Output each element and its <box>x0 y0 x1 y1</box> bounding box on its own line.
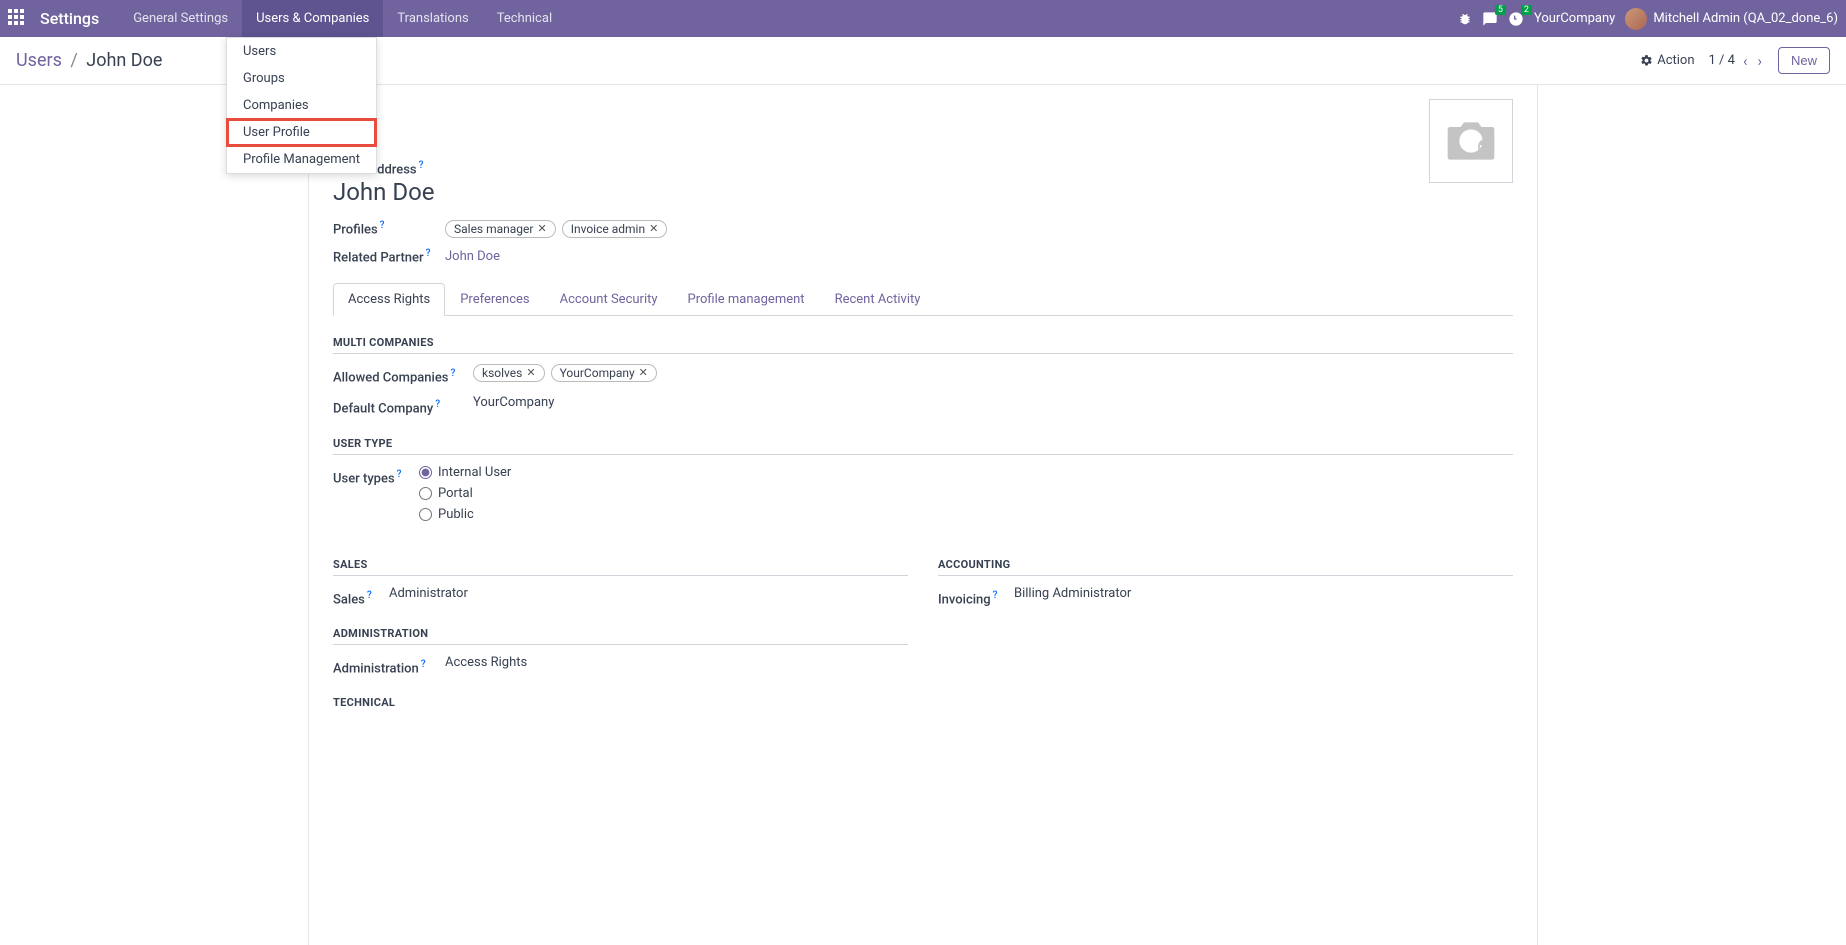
activities-icon[interactable]: 2 <box>1508 11 1524 27</box>
tag-sales-manager[interactable]: Sales manager✕ <box>445 220 556 238</box>
invoicing-label: Invoicing? <box>938 586 1014 607</box>
tab-preferences[interactable]: Preferences <box>445 283 544 316</box>
user-types-radio: Internal User Portal Public <box>419 465 1513 528</box>
related-partner-value[interactable]: John Doe <box>445 249 500 264</box>
profiles-label: Profiles? <box>333 220 445 237</box>
nav-menu-users-companies[interactable]: Users & Companies <box>242 0 383 37</box>
close-icon[interactable]: ✕ <box>649 222 658 235</box>
app-title: Settings <box>40 9 99 28</box>
user-menu[interactable]: Mitchell Admin (QA_02_done_6) <box>1625 8 1838 30</box>
pager-next[interactable]: › <box>1755 52 1764 70</box>
tag-yourcompany[interactable]: YourCompany✕ <box>551 364 657 382</box>
nav-menu-general[interactable]: General Settings <box>119 0 242 37</box>
tab-access-rights[interactable]: Access Rights <box>333 283 445 316</box>
tabs: Access Rights Preferences Account Securi… <box>333 283 1513 316</box>
email-value[interactable]: John Doe <box>333 178 1513 206</box>
messages-icon[interactable]: 5 <box>1482 11 1498 27</box>
allowed-companies-tags[interactable]: ksolves✕ YourCompany✕ <box>473 364 1513 382</box>
radio-public[interactable]: Public <box>419 507 1513 522</box>
close-icon[interactable]: ✕ <box>526 366 535 379</box>
user-types-label: User types? <box>333 465 419 486</box>
controlbar-right: Action 1 / 4 ‹ › New <box>1640 47 1830 74</box>
email-label: Email Address? <box>333 160 1513 177</box>
administration-label: Administration? <box>333 655 445 676</box>
section-sales: SALES <box>333 558 908 576</box>
action-dropdown[interactable]: Action <box>1640 53 1694 68</box>
section-administration: ADMINISTRATION <box>333 627 908 645</box>
section-user-type: USER TYPE <box>333 437 1513 455</box>
dropdown-profile-management[interactable]: Profile Management <box>227 146 376 173</box>
dropdown-groups[interactable]: Groups <box>227 65 376 92</box>
section-accounting: ACCOUNTING <box>938 558 1513 576</box>
profiles-tags[interactable]: Sales manager✕ Invoice admin✕ <box>445 220 667 238</box>
tab-profile-management[interactable]: Profile management <box>673 283 820 316</box>
invoicing-value[interactable]: Billing Administrator <box>1014 586 1513 601</box>
apps-icon[interactable] <box>8 9 28 29</box>
close-icon[interactable]: ✕ <box>639 366 648 379</box>
pager-prev[interactable]: ‹ <box>1741 52 1750 70</box>
default-company-value[interactable]: YourCompany <box>473 395 1513 410</box>
tag-ksolves[interactable]: ksolves✕ <box>473 364 545 382</box>
related-partner-label: Related Partner? <box>333 248 445 265</box>
image-upload[interactable] <box>1429 99 1513 183</box>
section-technical: TECHNICAL <box>333 696 908 713</box>
bug-icon[interactable] <box>1458 12 1472 26</box>
messages-badge: 5 <box>1495 5 1506 15</box>
close-icon[interactable]: ✕ <box>537 222 546 235</box>
name-value[interactable]: Jol <box>333 118 1513 146</box>
form-sheet: Name? Jol Email Address? John Doe Profil… <box>308 85 1538 945</box>
nav-menu-technical[interactable]: Technical <box>483 0 566 37</box>
default-company-label: Default Company? <box>333 395 473 416</box>
dropdown-companies[interactable]: Companies <box>227 92 376 119</box>
section-multi-companies: MULTI COMPANIES <box>333 336 1513 354</box>
pager: 1 / 4 ‹ › <box>1709 52 1764 70</box>
sales-label: Sales? <box>333 586 389 607</box>
pager-text: 1 / 4 <box>1709 53 1735 68</box>
tab-account-security[interactable]: Account Security <box>545 283 673 316</box>
user-name: Mitchell Admin (QA_02_done_6) <box>1653 11 1838 26</box>
nav-menu: General Settings Users & Companies Trans… <box>119 0 566 37</box>
tag-invoice-admin[interactable]: Invoice admin✕ <box>562 220 668 238</box>
tab-recent-activity[interactable]: Recent Activity <box>820 283 936 316</box>
sales-value[interactable]: Administrator <box>389 586 908 601</box>
breadcrumb: Users / John Doe <box>16 50 162 71</box>
top-navbar: Settings General Settings Users & Compan… <box>0 0 1846 37</box>
avatar <box>1625 8 1647 30</box>
breadcrumb-current: John Doe <box>86 50 162 71</box>
nav-right: 5 2 YourCompany Mitchell Admin (QA_02_do… <box>1458 8 1838 30</box>
form-wrap: Name? Jol Email Address? John Doe Profil… <box>0 85 1846 945</box>
nav-menu-translations[interactable]: Translations <box>383 0 482 37</box>
allowed-companies-label: Allowed Companies? <box>333 364 473 385</box>
action-label: Action <box>1657 53 1694 68</box>
company-selector[interactable]: YourCompany <box>1534 11 1615 26</box>
radio-portal[interactable]: Portal <box>419 486 1513 501</box>
new-button[interactable]: New <box>1778 47 1830 74</box>
dropdown-users[interactable]: Users <box>227 38 376 65</box>
activities-badge: 2 <box>1521 5 1532 15</box>
name-label: Name? <box>333 101 1513 118</box>
administration-value[interactable]: Access Rights <box>445 655 908 670</box>
radio-internal-user[interactable]: Internal User <box>419 465 1513 480</box>
breadcrumb-root[interactable]: Users <box>16 50 62 71</box>
dropdown-user-profile[interactable]: User Profile <box>226 118 377 147</box>
users-companies-dropdown: Users Groups Companies User Profile Prof… <box>226 37 377 174</box>
